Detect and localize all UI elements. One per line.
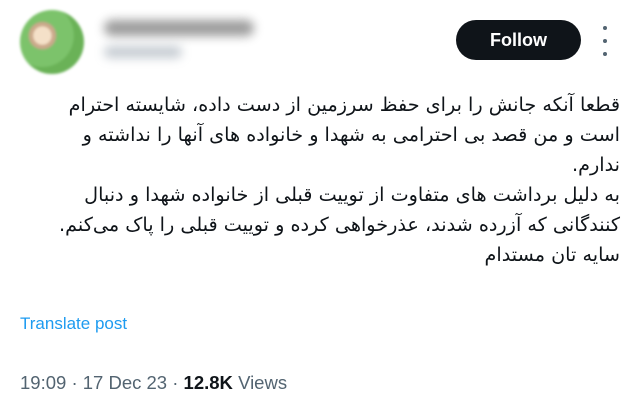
tweet-meta: 19:09 · 17 Dec 23 · 12.8K Views [20, 372, 287, 394]
tweet-time[interactable]: 19:09 [20, 372, 66, 393]
blurred-display-name[interactable] [104, 20, 254, 36]
dot [603, 26, 607, 30]
views-count[interactable]: 12.8K [184, 372, 233, 393]
translate-post-link[interactable]: Translate post [20, 314, 127, 334]
dot [603, 52, 607, 56]
blurred-username[interactable] [104, 46, 182, 58]
tweet-line: کنندگانی که آزرده شدند، عذرخواهی کرده و … [59, 213, 620, 236]
tweet-line: است و من قصد بی احترامی به شهدا و خانواد… [82, 123, 620, 146]
tweet-text: قطعا آنکه جانش را برای حفظ سرزمین از دست… [18, 90, 620, 270]
tweet-line: سایه تان مستدام [484, 243, 621, 266]
separator: · [172, 372, 179, 393]
more-vertical-icon[interactable] [598, 26, 612, 56]
separator: · [71, 372, 78, 393]
tweet-line: قطعا آنکه جانش را برای حفظ سرزمین از دست… [68, 93, 620, 116]
avatar[interactable] [20, 10, 84, 74]
tweet-line: ندارم. [572, 153, 620, 176]
tweet-line: به دلیل برداشت های متفاوت از توییت قبلی … [84, 183, 620, 206]
dot [603, 39, 607, 43]
follow-button[interactable]: Follow [456, 20, 581, 60]
views-label: Views [238, 372, 288, 393]
tweet-date[interactable]: 17 Dec 23 [83, 372, 167, 393]
